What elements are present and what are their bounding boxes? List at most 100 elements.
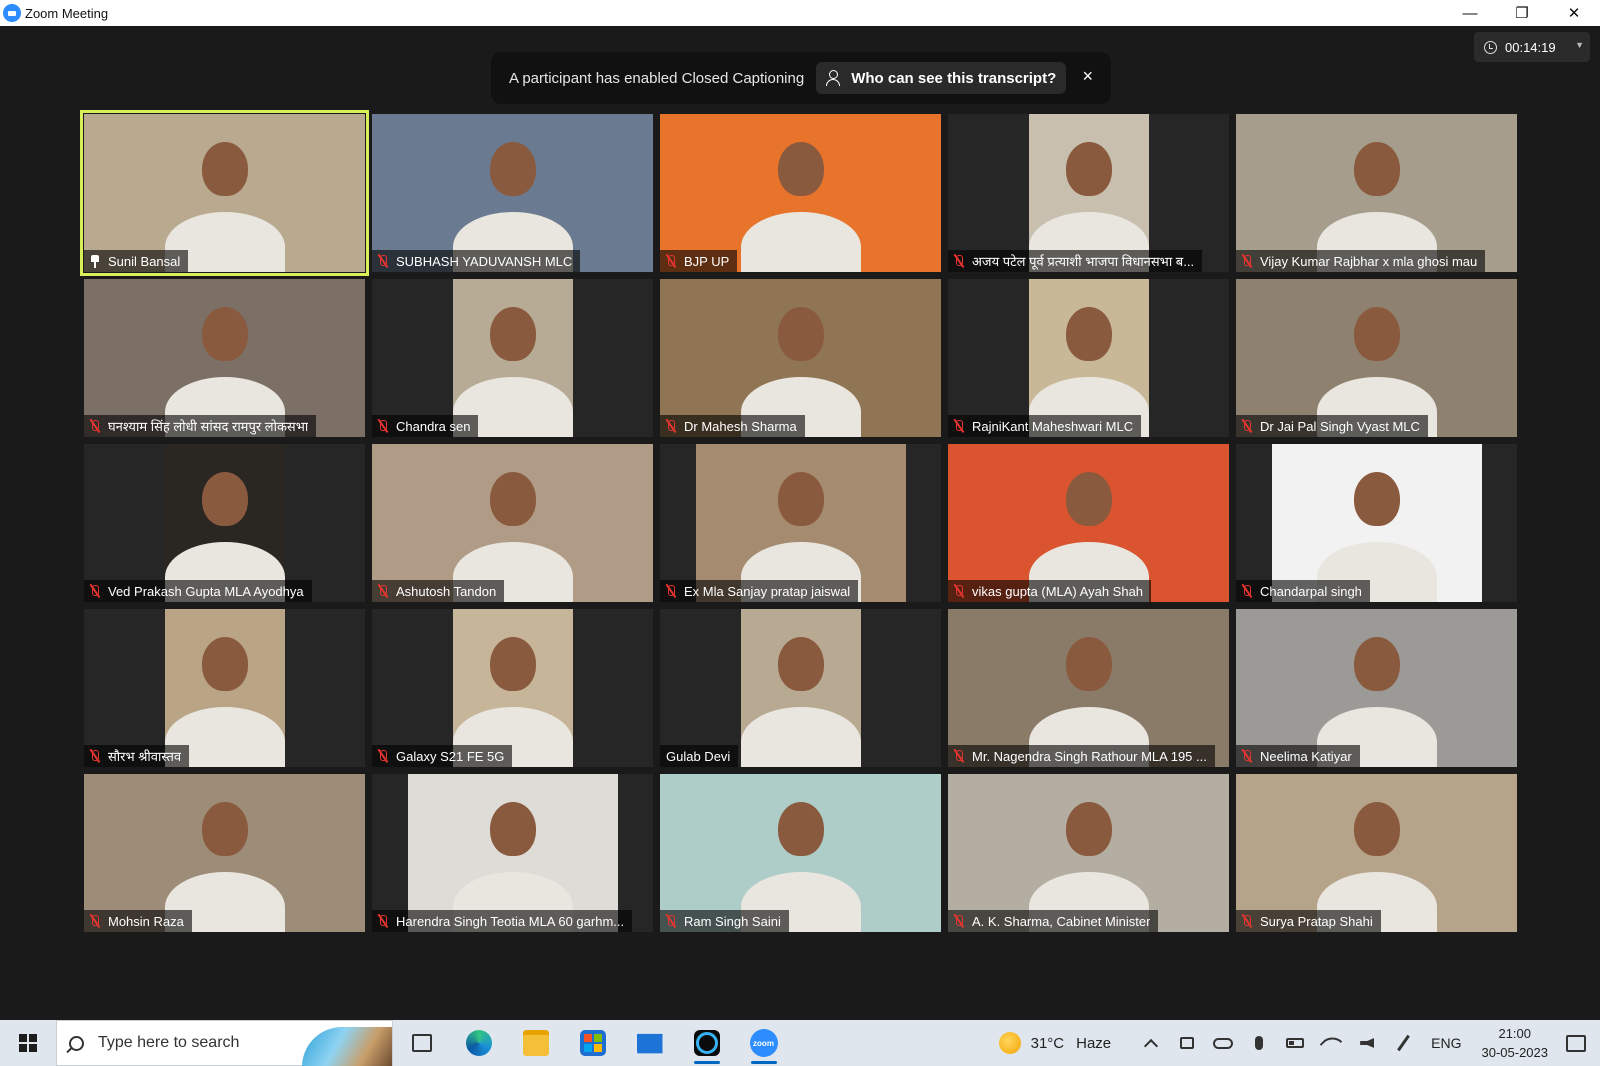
haze-sun-icon <box>998 1032 1021 1054</box>
participant-video <box>1271 444 1482 602</box>
cc-banner-message: A participant has enabled Closed Caption… <box>509 69 805 87</box>
onedrive-tray-icon[interactable] <box>1205 1020 1241 1066</box>
clock-date[interactable]: 21:00 30-05-2023 <box>1482 1024 1549 1062</box>
window-title: Zoom Meeting <box>25 5 109 21</box>
participant-face <box>777 802 824 856</box>
participant-video <box>452 609 573 767</box>
pen-tray-icon[interactable] <box>1385 1020 1421 1066</box>
participant-name: Ved Prakash Gupta MLA Ayodhya <box>108 583 304 599</box>
participant-tile[interactable]: Dr Mahesh Sharma <box>660 279 941 437</box>
window-controls: — ❐ ✕ <box>1444 0 1600 26</box>
participant-nameplate: A. K. Sharma, Cabinet Minister <box>948 910 1159 932</box>
participant-tile[interactable]: A. K. Sharma, Cabinet Minister <box>948 774 1229 932</box>
mic-muted-icon <box>954 584 964 598</box>
weather-widget[interactable]: 31°C Haze <box>998 1032 1111 1054</box>
show-hidden-icons-button[interactable] <box>1133 1020 1169 1066</box>
participant-tile[interactable]: Ram Singh Saini <box>660 774 941 932</box>
clock-date-value: 30-05-2023 <box>1481 1045 1549 1060</box>
participant-face <box>489 637 536 691</box>
mic-muted-icon <box>378 584 388 598</box>
person-icon <box>826 70 842 86</box>
participant-name: Vijay Kumar Rajbhar x mla ghosi mau <box>1260 253 1478 269</box>
participant-tile[interactable]: Mr. Nagendra Singh Rathour MLA 195 ... <box>948 609 1229 767</box>
participant-tile[interactable]: vikas gupta (MLA) Ayah Shah <box>948 444 1229 602</box>
participant-tile[interactable]: Harendra Singh Teotia MLA 60 garhm... <box>372 774 653 932</box>
close-banner-button[interactable]: × <box>1082 66 1093 87</box>
participant-face <box>201 142 248 196</box>
participant-nameplate: Dr Jai Pal Singh Vyast MLC <box>1236 415 1428 437</box>
file-explorer-taskbar-button[interactable] <box>507 1020 564 1066</box>
mic-muted-icon <box>954 254 964 268</box>
pen-icon <box>1396 1034 1410 1052</box>
participant-face <box>489 142 536 196</box>
volume-tray-icon[interactable] <box>1349 1020 1385 1066</box>
participant-face <box>1353 637 1400 691</box>
participant-tile[interactable]: Mohsin Raza <box>84 774 365 932</box>
notification-icon[interactable] <box>1566 1034 1586 1052</box>
participant-video <box>1236 609 1517 767</box>
mail-taskbar-button[interactable] <box>621 1020 678 1066</box>
participant-video <box>372 444 653 602</box>
participant-tile[interactable]: Chandarpal singh <box>1236 444 1517 602</box>
start-button[interactable] <box>0 1020 56 1066</box>
meet-now-tray-icon[interactable] <box>1169 1020 1205 1066</box>
who-can-see-transcript-button[interactable]: Who can see this transcript? <box>816 62 1067 94</box>
participant-tile[interactable]: Galaxy S21 FE 5G <box>372 609 653 767</box>
webex-icon <box>693 1030 720 1056</box>
restore-button[interactable]: ❐ <box>1496 0 1548 26</box>
participant-face <box>777 307 824 361</box>
timer-value: 00:14:19 <box>1505 39 1556 55</box>
participant-tile[interactable]: Chandra sen <box>372 279 653 437</box>
participant-nameplate: Chandra sen <box>372 415 479 437</box>
mic-muted-icon <box>1242 749 1252 763</box>
participant-tile[interactable]: अजय पटेल पूर्व प्रत्याशी भाजपा विधानसभा … <box>948 114 1229 272</box>
chevron-down-icon[interactable]: ▼ <box>1575 40 1584 50</box>
search-placeholder: Type here to search <box>98 1034 240 1051</box>
task-view-button[interactable] <box>393 1020 450 1066</box>
store-taskbar-button[interactable] <box>564 1020 621 1066</box>
participant-video <box>372 114 653 272</box>
store-icon <box>579 1030 606 1056</box>
participant-tile[interactable]: Neelima Katiyar <box>1236 609 1517 767</box>
participant-tile[interactable]: घनश्याम सिंह लोधी सांसद रामपुर लोकसभा <box>84 279 365 437</box>
mic-muted-icon <box>666 419 676 433</box>
system-tray: 31°C Haze ENG 21:00 30-05-2023 <box>998 1020 1600 1066</box>
network-tray-icon[interactable] <box>1313 1020 1349 1066</box>
participant-tile[interactable]: Vijay Kumar Rajbhar x mla ghosi mau <box>1236 114 1517 272</box>
participant-tile[interactable]: SUBHASH YADUVANSH MLC <box>372 114 653 272</box>
participant-tile[interactable]: Gulab Devi <box>660 609 941 767</box>
wifi-icon <box>1319 1031 1343 1055</box>
search-highlight-image <box>302 1027 392 1066</box>
zoom-taskbar-button[interactable]: zoom <box>735 1020 792 1066</box>
webex-taskbar-button[interactable] <box>678 1020 735 1066</box>
participant-tile[interactable]: Ex Mla Sanjay pratap jaiswal <box>660 444 941 602</box>
participant-video <box>452 279 573 437</box>
participant-tile[interactable]: Surya Pratap Shahi <box>1236 774 1517 932</box>
close-window-button[interactable]: ✕ <box>1548 0 1600 26</box>
participant-name: घनश्याम सिंह लोधी सांसद रामपुर लोकसभा <box>108 419 309 434</box>
participant-video <box>164 609 285 767</box>
participant-tile[interactable]: Dr Jai Pal Singh Vyast MLC <box>1236 279 1517 437</box>
mic-muted-icon <box>1242 584 1252 598</box>
edge-taskbar-button[interactable] <box>450 1020 507 1066</box>
participant-tile[interactable]: BJP UP <box>660 114 941 272</box>
participant-tile[interactable]: Ved Prakash Gupta MLA Ayodhya <box>84 444 365 602</box>
participant-tile[interactable]: Sunil Bansal <box>80 110 369 276</box>
microphone-tray-icon[interactable] <box>1241 1020 1277 1066</box>
minimize-button[interactable]: — <box>1444 0 1496 26</box>
participant-name: Gulab Devi <box>666 748 731 764</box>
participant-video <box>164 444 285 602</box>
participant-nameplate: BJP UP <box>660 250 738 272</box>
battery-tray-icon[interactable] <box>1277 1020 1313 1066</box>
participant-name: Ram Singh Saini <box>684 913 781 929</box>
task-view-icon <box>411 1034 432 1052</box>
participant-nameplate: Chandarpal singh <box>1236 580 1370 602</box>
speaker-icon <box>1360 1038 1375 1048</box>
participant-tile[interactable]: RajniKant Maheshwari MLC <box>948 279 1229 437</box>
taskbar-search-box[interactable]: Type here to search <box>56 1020 393 1066</box>
participant-tile[interactable]: सौरभ श्रीवास्तव <box>84 609 365 767</box>
meeting-timer[interactable]: 00:14:19 ▼ <box>1474 32 1590 62</box>
input-language[interactable]: ENG <box>1431 1035 1461 1051</box>
participant-tile[interactable]: Ashutosh Tandon <box>372 444 653 602</box>
participant-video <box>660 114 941 272</box>
